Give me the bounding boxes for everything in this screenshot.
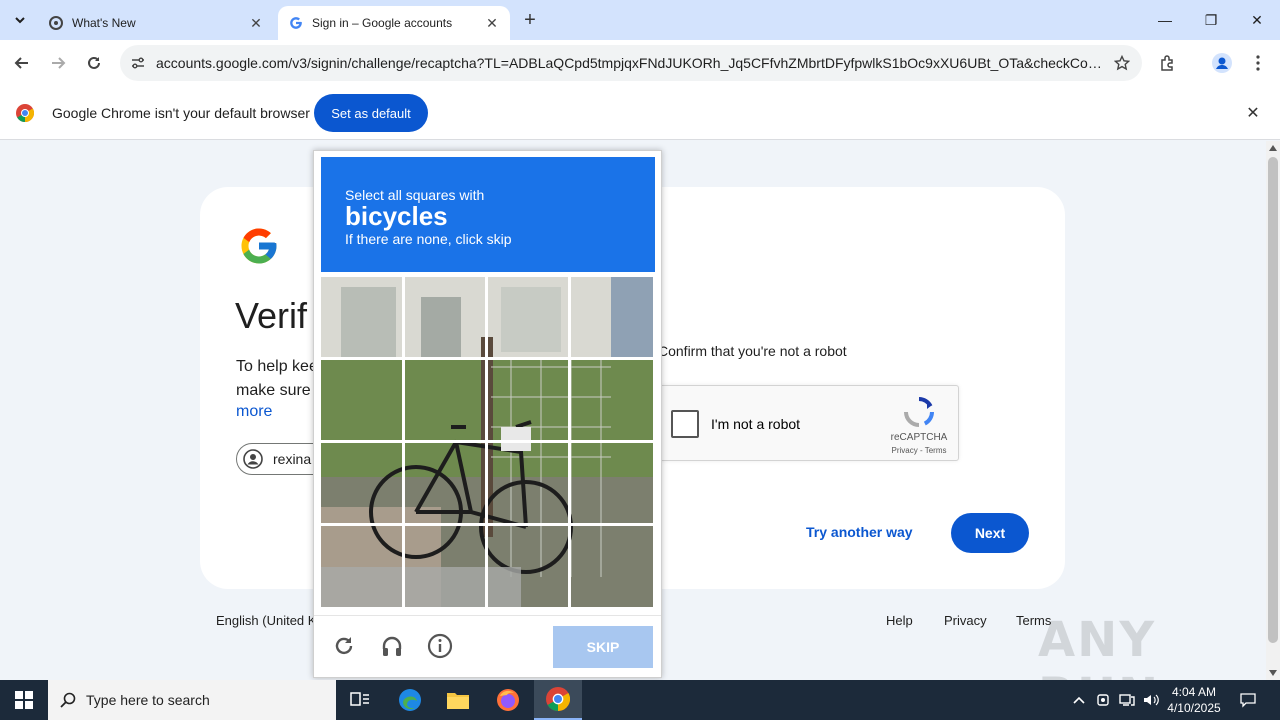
set-as-default-button[interactable]: Set as default (314, 94, 428, 132)
tab-title: Sign in – Google accounts (312, 16, 453, 30)
chrome-logo-icon (16, 104, 34, 122)
recaptcha-widget: I'm not a robot reCAPTCHA Privacy - Term… (658, 385, 959, 461)
captcha-tile[interactable] (488, 277, 569, 357)
captcha-tile[interactable] (405, 277, 486, 357)
page-scrollbar[interactable] (1266, 141, 1280, 680)
taskbar-search-placeholder: Type here to search (86, 692, 210, 708)
clock-date: 4/10/2025 (1167, 701, 1221, 715)
back-button[interactable] (8, 49, 36, 77)
search-icon (60, 692, 76, 708)
footer-privacy-link[interactable]: Privacy (944, 613, 987, 628)
restore-button[interactable]: ❐ (1188, 0, 1234, 40)
extensions-icon[interactable] (1154, 49, 1182, 77)
captcha-tile[interactable] (488, 443, 569, 523)
captcha-tile[interactable] (405, 526, 486, 606)
tab-strip: What's New ✕ Sign in – Google accounts ✕… (0, 0, 1280, 40)
forward-button[interactable] (44, 49, 72, 77)
close-icon[interactable]: ✕ (1242, 102, 1264, 124)
audio-challenge-icon[interactable] (378, 632, 406, 660)
learn-more-link[interactable]: more (236, 403, 272, 421)
reload-challenge-icon[interactable] (330, 632, 358, 660)
chevron-down-icon (15, 17, 25, 24)
tab-search-button[interactable] (6, 6, 34, 34)
address-bar[interactable]: accounts.google.com/v3/signin/challenge/… (120, 45, 1142, 81)
close-icon[interactable]: ✕ (246, 13, 266, 33)
captcha-tile[interactable] (321, 443, 402, 523)
confirm-text: Confirm that you're not a robot (658, 343, 847, 359)
minimize-button[interactable]: — (1142, 0, 1188, 40)
recaptcha-terms-link[interactable]: Privacy - Terms (881, 446, 957, 455)
captcha-tile[interactable] (571, 277, 652, 357)
info-icon[interactable] (426, 632, 454, 660)
captcha-tile[interactable] (405, 360, 486, 440)
next-button[interactable]: Next (951, 513, 1029, 553)
not-robot-label: I'm not a robot (711, 416, 801, 432)
captcha-footer: SKIP (314, 615, 661, 677)
scroll-up-arrow[interactable] (1269, 145, 1277, 151)
notifications-icon[interactable] (1236, 680, 1260, 720)
captcha-target: bicycles (345, 201, 448, 231)
task-view-icon[interactable] (336, 680, 384, 720)
account-email: rexina (273, 451, 312, 467)
account-circle-icon (243, 449, 263, 469)
footer-help-link[interactable]: Help (886, 613, 913, 628)
captcha-tile[interactable] (571, 526, 652, 606)
windows-logo-icon (15, 691, 33, 709)
page-title: Verif (235, 295, 308, 336)
taskbar-search-box[interactable]: Type here to search (48, 680, 336, 720)
recaptcha-brand: reCAPTCHA (890, 432, 948, 443)
firefox-icon[interactable] (484, 680, 532, 720)
google-g-icon (288, 15, 304, 31)
menu-kebab-icon[interactable] (1244, 49, 1272, 77)
new-tab-button[interactable]: + (518, 8, 542, 32)
recaptcha-logo-icon (904, 397, 934, 427)
captcha-subtext: If there are none, click skip (345, 231, 512, 247)
google-logo-icon (241, 228, 277, 264)
infobar-message: Google Chrome isn't your default browser (52, 105, 310, 121)
arrow-right-icon (52, 57, 66, 69)
tab-title: What's New (72, 16, 136, 30)
captcha-tile[interactable] (321, 526, 402, 606)
arrow-left-icon (14, 57, 28, 69)
not-robot-checkbox[interactable] (671, 410, 699, 438)
browser-toolbar: accounts.google.com/v3/signin/challenge/… (0, 40, 1280, 86)
windows-taskbar: Type here to search 4:04 AM 4/10/2025 (0, 680, 1280, 720)
profile-icon[interactable] (1208, 49, 1236, 77)
captcha-tile[interactable] (321, 360, 402, 440)
close-icon[interactable]: ✕ (482, 13, 502, 33)
system-clock[interactable]: 4:04 AM 4/10/2025 (1158, 684, 1230, 716)
reload-icon (88, 56, 100, 69)
captcha-tile[interactable] (571, 443, 652, 523)
window-close-button[interactable]: ✕ (1234, 0, 1280, 40)
captcha-image-grid (321, 277, 653, 607)
image-captcha-dialog: Select all squares with bicycles If ther… (313, 150, 662, 678)
clock-time: 4:04 AM (1171, 685, 1217, 699)
captcha-tile[interactable] (571, 360, 652, 440)
captcha-tile[interactable] (488, 360, 569, 440)
chrome-taskbar-icon[interactable] (534, 680, 582, 720)
chevron-up-icon[interactable] (1068, 680, 1090, 720)
bookmark-star-icon[interactable] (1102, 55, 1142, 71)
captcha-tile[interactable] (488, 526, 569, 606)
default-browser-infobar: Google Chrome isn't your default browser… (0, 86, 1280, 140)
language-selector[interactable]: English (United Ki (216, 613, 319, 628)
url-text: accounts.google.com/v3/signin/challenge/… (156, 55, 1102, 71)
file-explorer-icon[interactable] (434, 680, 482, 720)
captcha-tile[interactable] (321, 277, 402, 357)
site-info-icon[interactable] (120, 55, 156, 71)
skip-button[interactable]: SKIP (553, 626, 653, 668)
scrollbar-thumb[interactable] (1268, 157, 1278, 643)
captcha-tile[interactable] (405, 443, 486, 523)
try-another-way-link[interactable]: Try another way (806, 524, 913, 540)
captcha-header: Select all squares with bicycles If ther… (321, 157, 655, 272)
chrome-settings-icon (48, 15, 64, 31)
network-icon[interactable] (1116, 680, 1138, 720)
reload-button[interactable] (80, 49, 108, 77)
start-button[interactable] (0, 680, 48, 720)
tab-whats-new[interactable]: What's New ✕ (38, 6, 274, 40)
hardware-icon[interactable] (1092, 680, 1114, 720)
tab-sign-in[interactable]: Sign in – Google accounts ✕ (278, 6, 510, 40)
edge-icon[interactable] (386, 680, 434, 720)
